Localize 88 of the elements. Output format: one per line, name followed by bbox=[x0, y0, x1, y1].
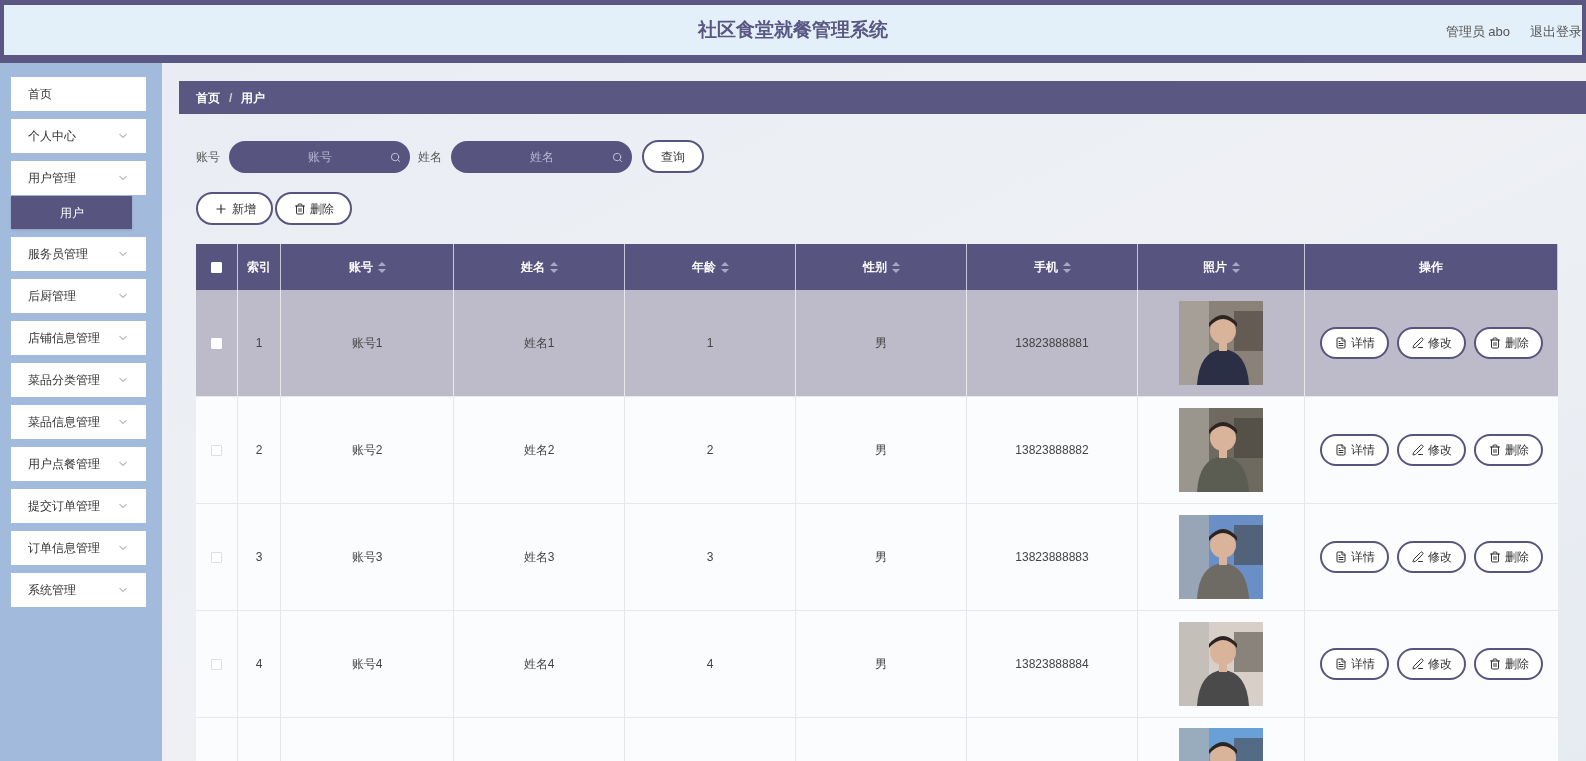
search-icon bbox=[612, 151, 623, 163]
sidebar-item[interactable]: 首页 bbox=[11, 77, 146, 111]
logout-link[interactable]: 退出登录 bbox=[1530, 22, 1582, 42]
delete-button[interactable]: 删除 bbox=[1474, 648, 1543, 680]
table-cell-text: 男 bbox=[875, 442, 887, 459]
table-cell-text: 姓名2 bbox=[523, 442, 555, 459]
breadcrumb-separator: / bbox=[229, 89, 233, 107]
delete-button[interactable]: 删除 bbox=[1474, 541, 1543, 573]
table-cell-text: 姓名4 bbox=[523, 656, 555, 673]
sidebar-item[interactable]: 菜品信息管理 bbox=[11, 405, 146, 439]
delete-button[interactable]: 删除 bbox=[275, 192, 352, 225]
sidebar-item[interactable]: 用户管理 bbox=[11, 161, 146, 195]
sort-icon bbox=[720, 261, 729, 273]
table-cell-text: 账号4 bbox=[351, 656, 383, 673]
document-icon bbox=[1334, 658, 1347, 670]
edit-button[interactable]: 修改 bbox=[1397, 541, 1466, 573]
plus-icon bbox=[213, 201, 228, 216]
submenu-item[interactable]: 用户 bbox=[11, 196, 132, 229]
table-cell-text: 13823888883 bbox=[1015, 549, 1089, 566]
row-checkbox[interactable] bbox=[211, 658, 222, 670]
table-cell-text: 13823888882 bbox=[1015, 442, 1089, 459]
table-cell-text: 13823888881 bbox=[1015, 335, 1089, 352]
sidebar-item[interactable]: 用户点餐管理 bbox=[11, 447, 146, 481]
search-field[interactable]: 姓名 bbox=[451, 140, 632, 173]
sort-icon bbox=[549, 261, 558, 273]
search-icon bbox=[390, 151, 401, 163]
table-cell-text: 姓名1 bbox=[523, 335, 555, 352]
sort-icon bbox=[891, 261, 900, 273]
breadcrumb-link[interactable]: 首页 bbox=[196, 88, 220, 107]
sidebar-item[interactable]: 提交订单管理 bbox=[11, 489, 146, 523]
table-cell-text: 3 bbox=[706, 549, 714, 566]
sort-icon bbox=[1231, 261, 1240, 273]
table-cell-text: 账号1 bbox=[351, 335, 383, 352]
edit-button[interactable]: 修改 bbox=[1397, 434, 1466, 466]
table-cell-text: 13823888884 bbox=[1015, 656, 1089, 673]
table-cell-text: 男 bbox=[875, 335, 887, 352]
sidebar-item[interactable]: 店铺信息管理 bbox=[11, 321, 146, 355]
sort-icon bbox=[1062, 261, 1071, 273]
delete-button[interactable]: 删除 bbox=[1474, 327, 1543, 359]
delete-button[interactable]: 删除 bbox=[1474, 434, 1543, 466]
table-cell-text: 1 bbox=[706, 335, 714, 352]
table-cell-text: 2 bbox=[706, 442, 714, 459]
search-field[interactable]: 账号 bbox=[229, 140, 410, 173]
detail-button[interactable]: 详情 bbox=[1320, 327, 1389, 359]
table-cell-text: 2 bbox=[255, 442, 263, 459]
trash-icon bbox=[1488, 658, 1501, 670]
trash-icon bbox=[1488, 551, 1501, 563]
field-label: 姓名 bbox=[418, 148, 442, 166]
detail-button[interactable]: 详情 bbox=[1320, 541, 1389, 573]
table-cell-text: 男 bbox=[875, 656, 887, 673]
field-label: 账号 bbox=[196, 148, 220, 166]
sidebar-item[interactable]: 服务员管理 bbox=[11, 237, 146, 271]
table-cell-text: 姓名3 bbox=[523, 549, 555, 566]
sidebar-item[interactable]: 系统管理 bbox=[11, 573, 146, 607]
sidebar-item[interactable]: 菜品分类管理 bbox=[11, 363, 146, 397]
table-cell-text: 3 bbox=[255, 549, 263, 566]
table-cell-text: 4 bbox=[255, 656, 263, 673]
detail-button[interactable]: 详情 bbox=[1320, 434, 1389, 466]
table-cell-text: 男 bbox=[875, 549, 887, 566]
detail-button[interactable]: 详情 bbox=[1320, 648, 1389, 680]
row-checkbox[interactable] bbox=[211, 551, 222, 563]
document-icon bbox=[1334, 337, 1347, 349]
pen-icon bbox=[1411, 551, 1424, 563]
sidebar-item[interactable]: 后厨管理 bbox=[11, 279, 146, 313]
trash-icon bbox=[1488, 444, 1501, 456]
document-icon bbox=[1334, 444, 1347, 456]
sidebar-item[interactable]: 个人中心 bbox=[11, 119, 146, 153]
document-icon bbox=[1334, 551, 1347, 563]
breadcrumb-link[interactable]: 用户 bbox=[241, 88, 266, 107]
user-label: 管理员 abo bbox=[1445, 23, 1510, 41]
table-cell-text: 账号2 bbox=[351, 442, 383, 459]
sort-icon bbox=[377, 261, 386, 273]
select-all-checkbox[interactable] bbox=[211, 261, 222, 273]
edit-button[interactable]: 修改 bbox=[1397, 327, 1466, 359]
pen-icon bbox=[1411, 658, 1424, 670]
row-checkbox[interactable] bbox=[211, 444, 222, 456]
table-cell-text: 账号3 bbox=[351, 549, 383, 566]
pen-icon bbox=[1411, 444, 1424, 456]
table-cell-text: 4 bbox=[706, 656, 714, 673]
table-cell-text: 1 bbox=[255, 335, 263, 352]
trash-icon bbox=[293, 202, 306, 215]
add-button[interactable]: 新增 bbox=[196, 192, 273, 225]
sidebar-item[interactable]: 订单信息管理 bbox=[11, 531, 146, 565]
query-button[interactable]: 查询 bbox=[642, 140, 704, 173]
trash-icon bbox=[1488, 337, 1501, 349]
pen-icon bbox=[1411, 337, 1424, 349]
edit-button[interactable]: 修改 bbox=[1397, 648, 1466, 680]
app-title: 社区食堂就餐管理系统 bbox=[698, 17, 888, 42]
